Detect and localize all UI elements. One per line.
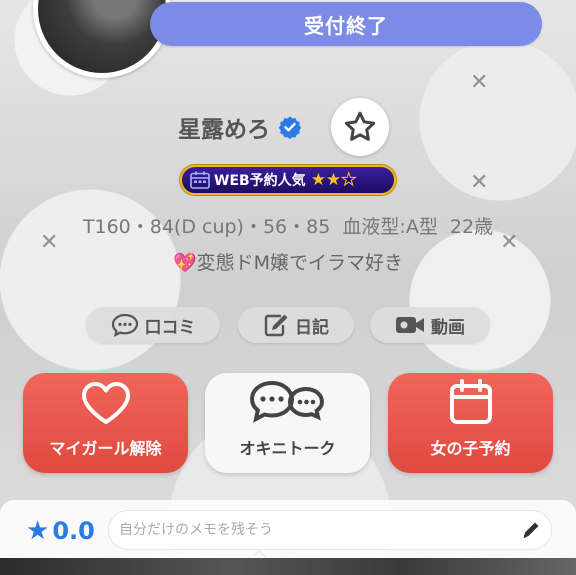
tab-reviews[interactable]: 口コミ xyxy=(86,307,220,343)
tab-diary-label: 日記 xyxy=(295,317,329,338)
girl-name: 星露めろ xyxy=(178,108,302,146)
catch-copy: 💖変態ドM嬢でイラマ好き xyxy=(0,248,576,275)
my-girl-remove-label: マイガール解除 xyxy=(49,439,162,458)
star-outline-icon xyxy=(344,111,376,141)
badge-stars-empty: ★ xyxy=(341,170,357,191)
body-stats: T160・84(D cup)・56・85 xyxy=(82,216,331,238)
blood-type: 血液型:A型 xyxy=(342,216,438,238)
reception-status-label: 受付終了 xyxy=(304,13,388,38)
calendar-badge-icon xyxy=(190,171,210,189)
reserve-girl-button[interactable]: 女の子予約 xyxy=(388,373,553,473)
girl-name-text: 星露めろ xyxy=(178,117,270,143)
background-photo-strip xyxy=(0,558,576,575)
reserve-girl-label: 女の子予約 xyxy=(430,439,511,458)
age: 22歳 xyxy=(449,216,494,238)
calendar-icon xyxy=(449,379,492,424)
favorite-button[interactable] xyxy=(331,98,389,156)
badge-label: WEB予約人気 xyxy=(214,173,306,189)
tab-reviews-label: 口コミ xyxy=(144,317,196,338)
profile-stats: T160・84(D cup)・56・85 血液型:A型 22歳 xyxy=(0,212,576,239)
heart-outline-icon xyxy=(81,382,130,424)
tab-diary[interactable]: 日記 xyxy=(238,307,354,343)
video-camera-icon xyxy=(396,317,424,333)
my-rating[interactable]: ★ 0.0 xyxy=(26,516,95,546)
ribbon-decoration: ✕ xyxy=(470,170,489,195)
pencil-icon[interactable] xyxy=(521,520,541,540)
edit-note-icon xyxy=(264,314,288,337)
catch-copy-text: 変態ドM嬢でイラマ好き xyxy=(196,252,404,274)
tab-video[interactable]: 動画 xyxy=(370,307,490,343)
verified-check-icon xyxy=(278,116,302,139)
background-photo xyxy=(0,0,576,575)
chat-bubble-icon xyxy=(111,313,138,337)
memo-input[interactable] xyxy=(117,521,501,539)
memo-field[interactable] xyxy=(108,510,552,550)
rating-star-icon: ★ xyxy=(26,516,50,546)
reception-status-button[interactable]: 受付終了 xyxy=(150,2,542,46)
web-reservation-popularity-badge: WEB予約人気 ★★★ xyxy=(180,165,396,195)
tab-video-label: 動画 xyxy=(431,317,465,338)
my-girl-remove-button[interactable]: マイガール解除 xyxy=(23,373,188,473)
badge-stars: ★★★ xyxy=(310,170,357,191)
okini-talk-label: オキニトーク xyxy=(239,439,336,458)
ribbon-decoration: ✕ xyxy=(470,70,489,95)
chat-bubbles-icon xyxy=(249,380,324,423)
rating-value: 0.0 xyxy=(52,517,95,545)
okini-talk-button[interactable]: オキニトーク xyxy=(205,373,370,473)
sparkle-heart-icon: 💖 xyxy=(172,252,197,274)
badge-stars-filled: ★★ xyxy=(310,170,342,190)
